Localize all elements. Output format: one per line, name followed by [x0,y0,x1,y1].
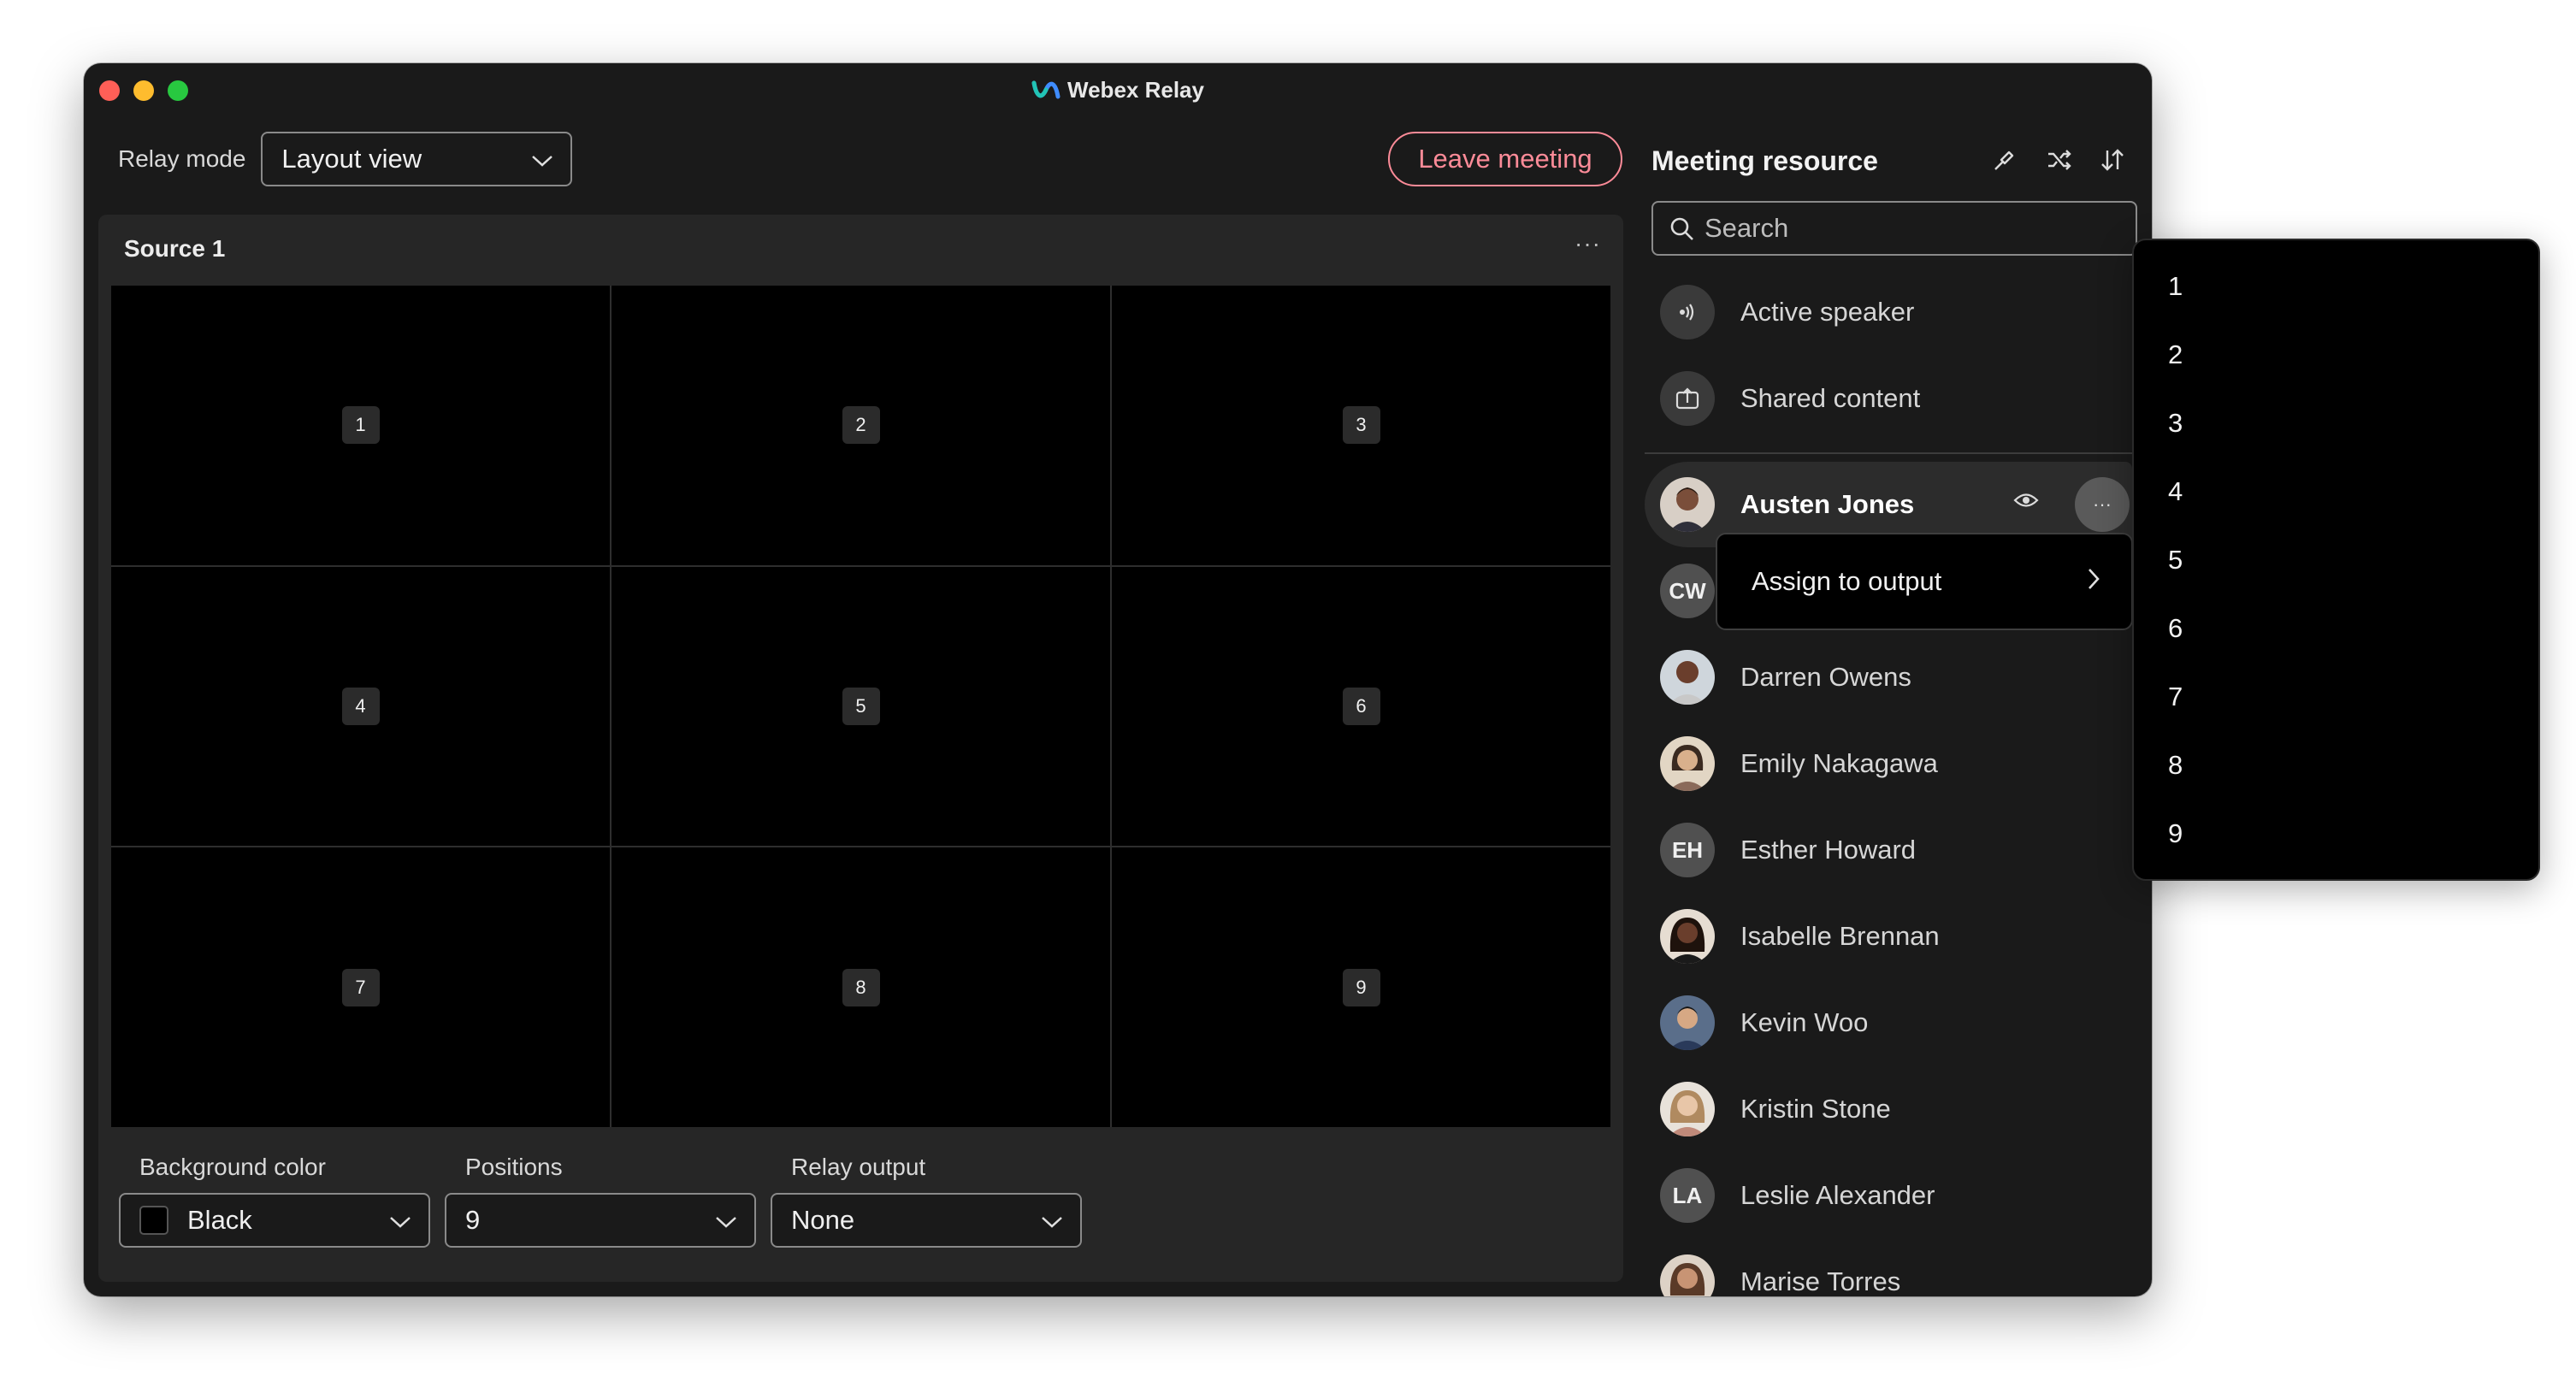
layout-cell[interactable]: 2 [612,286,1110,565]
layout-cell[interactable]: 3 [1112,286,1610,565]
participant-more-button[interactable]: ··· [2075,477,2130,532]
background-color-control: Background color Black [119,1154,430,1248]
cell-number: 5 [842,687,880,725]
layout-cell[interactable]: 1 [111,286,610,565]
chevron-down-icon [389,1205,411,1236]
active-speaker-item[interactable]: Active speaker [1660,278,1914,346]
avatar [1660,995,1715,1050]
positions-control: Positions 9 [445,1154,756,1248]
webex-logo-icon [1031,79,1061,107]
share-icon [1660,371,1715,426]
avatar [1660,477,1715,532]
cell-number: 2 [842,406,880,445]
output-option[interactable]: 2 [2168,339,2183,370]
participant-row[interactable]: Marise Torres [1660,1248,1900,1296]
sort-icon[interactable] [2097,145,2128,175]
output-submenu: 1 2 3 4 5 6 7 8 9 [2132,239,2540,881]
cell-number: 1 [341,406,380,445]
output-option[interactable]: 8 [2168,750,2183,781]
source-title: Source 1 [124,235,226,262]
cell-number: 3 [1342,406,1380,445]
avatar [1660,1082,1715,1136]
color-swatch [139,1206,168,1235]
eye-icon[interactable] [2013,491,2039,514]
relay-mode-label: Relay mode [118,145,246,172]
relay-output-control: Relay output None [771,1154,1082,1248]
background-color-label: Background color [139,1154,326,1180]
avatar [1660,1254,1715,1296]
relay-output-select[interactable]: None [771,1193,1082,1248]
layout-cell[interactable]: 8 [612,847,1110,1127]
avatar: EH [1660,823,1715,877]
source-more-button[interactable]: ··· [1575,230,1601,257]
participant-row[interactable]: EH Esther Howard [1660,816,1916,884]
relay-mode-select[interactable]: Layout view [261,132,573,186]
positions-select[interactable]: 9 [445,1193,756,1248]
participant-row[interactable]: Emily Nakagawa [1660,729,1938,798]
participant-row[interactable]: Darren Owens [1660,643,1911,711]
search-icon [1669,215,1696,250]
chevron-down-icon [715,1205,737,1236]
output-option[interactable]: 9 [2168,818,2183,849]
app-window: Webex Relay Relay mode Layout view Leave… [84,63,2152,1296]
shuffle-icon[interactable] [2044,145,2075,175]
layout-cell[interactable]: 5 [612,566,1110,847]
participant-row[interactable]: Kristin Stone [1660,1075,1891,1143]
chevron-down-icon [531,144,553,174]
shared-content-item[interactable]: Shared content [1660,364,1920,433]
positions-label: Positions [465,1154,563,1180]
layout-cell[interactable]: 4 [111,566,610,847]
background-color-select[interactable]: Black [119,1193,430,1248]
cell-number: 7 [341,968,380,1006]
participant-row[interactable]: LA Leslie Alexander [1660,1161,1935,1230]
search-input[interactable]: Search [1651,201,2137,256]
output-option[interactable]: 7 [2168,682,2183,712]
avatar [1660,909,1715,964]
output-option[interactable]: 1 [2168,271,2183,302]
cell-number: 9 [1342,968,1380,1006]
meeting-resource-title: Meeting resource [1651,145,1878,176]
participant-row[interactable]: Isabelle Brennan [1660,902,1940,971]
avatar [1660,650,1715,705]
layout-grid: 1 2 3 4 5 6 7 8 9 [111,286,1610,1127]
speaker-icon [1660,285,1715,339]
source-panel: Source 1 ··· 1 2 3 4 5 6 7 8 9 Backgroun… [98,215,1623,1282]
relay-mode-group: Relay mode Layout view [118,132,573,186]
avatar [1660,736,1715,791]
cell-number: 4 [341,687,380,725]
cell-number: 6 [1342,687,1380,725]
relay-output-label: Relay output [791,1154,926,1180]
participant-row[interactable]: Austen Jones [1660,470,1914,539]
participant-row[interactable]: Kevin Woo [1660,989,1868,1057]
leave-meeting-button[interactable]: Leave meeting [1388,132,1622,186]
window-title: Webex Relay [84,77,2152,107]
clear-brush-icon[interactable] [1989,145,2020,175]
cell-number: 8 [842,968,880,1006]
layout-cell[interactable]: 6 [1112,566,1610,847]
output-option[interactable]: 5 [2168,545,2183,576]
layout-cell[interactable]: 7 [111,847,610,1127]
title-bar: Webex Relay [84,63,2152,118]
output-option[interactable]: 3 [2168,408,2183,439]
chevron-right-icon [2087,567,2100,598]
divider [1645,452,2132,454]
assign-to-output-menu-item[interactable]: Assign to output [1716,533,2133,630]
avatar: LA [1660,1168,1715,1223]
chevron-down-icon [1041,1205,1063,1236]
avatar: CW [1660,564,1715,618]
output-option[interactable]: 6 [2168,613,2183,644]
layout-cell[interactable]: 9 [1112,847,1610,1127]
output-option[interactable]: 4 [2168,476,2183,507]
